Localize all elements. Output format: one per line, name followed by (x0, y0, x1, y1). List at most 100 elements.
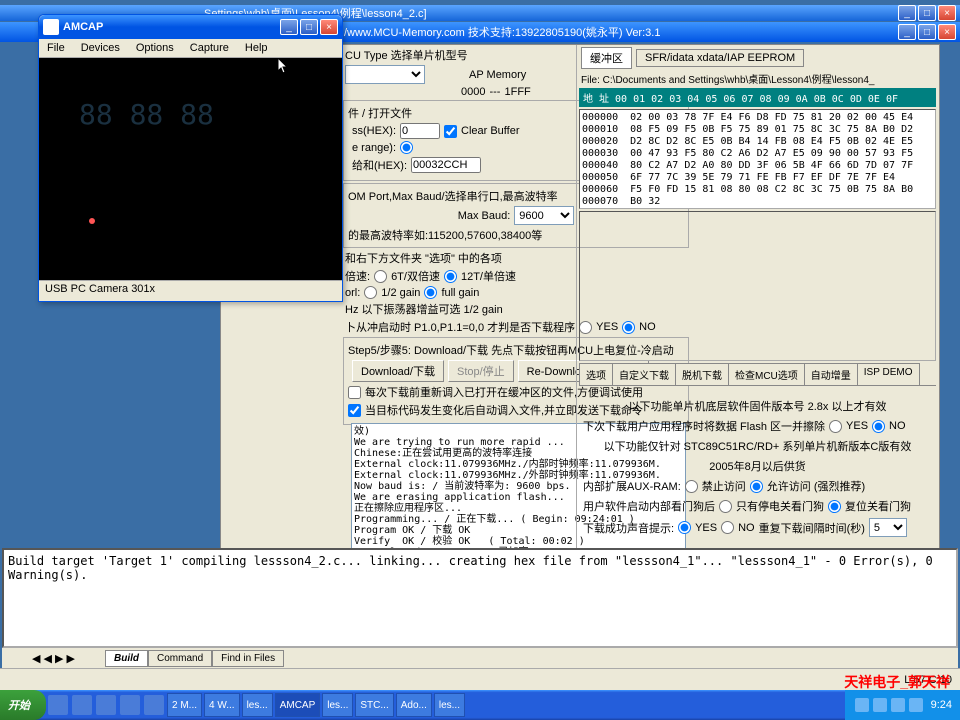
ql-media-icon[interactable] (96, 695, 116, 715)
hex-dump[interactable]: 000000 02 00 03 78 7F E4 F6 D8 FD 75 81 … (579, 109, 936, 209)
tab-4[interactable]: 自动增量 (804, 363, 858, 385)
open-file-group: 件 / 打开文件 (348, 108, 412, 120)
statusbar: L:57 C:10 (0, 668, 960, 690)
tab-2[interactable]: 脱机下载 (675, 363, 729, 385)
ql-app1-icon[interactable] (120, 695, 140, 715)
max-baud-select[interactable]: 9600 (514, 206, 574, 225)
ss-hex-label: ss(HEX): (352, 125, 396, 137)
task-item[interactable]: 4 W... (204, 693, 240, 717)
bg-close-icon[interactable]: × (938, 5, 956, 21)
mcu-type-label: CU Type 选择单片机型号 (345, 47, 468, 63)
firmware-hint: 以下功能单片机底层软件固件版本号 2.8x 以上才有效 (583, 398, 932, 414)
hex-header: 地 址 00 01 02 03 04 05 06 07 08 09 0A 0B … (579, 88, 936, 107)
buffer-label: 缓冲区 (581, 47, 632, 69)
tab-0[interactable]: 选项 (579, 363, 613, 385)
ap-memory-label: AP Memory (469, 69, 526, 81)
file-path: File: C:\Documents and Settings\whb\桌面\L… (581, 71, 934, 86)
tab-find[interactable]: Find in Files (212, 650, 284, 667)
date-hint: 2005年8月以后供货 (583, 458, 932, 474)
reload-file-checkbox[interactable] (348, 386, 361, 399)
watermark: 天祥电子_郭天祥 (844, 672, 950, 692)
speed-6t-radio[interactable] (374, 270, 387, 283)
amcap-titlebar[interactable]: AMCAP _ □ × (39, 15, 342, 39)
tab-3[interactable]: 检查MCU选项 (728, 363, 805, 385)
gain-full-radio[interactable] (424, 286, 437, 299)
tab-5[interactable]: ISP DEMO (857, 363, 920, 385)
sfr-label: SFR/idata xdata/IAP EEPROM (636, 49, 804, 67)
hex-sum-label: 给和(HEX): (352, 157, 407, 173)
ss-hex-input[interactable] (400, 123, 440, 139)
tray-icon[interactable] (873, 698, 887, 712)
task-item[interactable]: AMCAP (275, 693, 321, 717)
download-button[interactable]: Download/下载 (352, 360, 444, 382)
menu-devices[interactable]: Devices (73, 39, 128, 57)
bg-max-icon[interactable]: □ (918, 5, 936, 21)
amcap-window: AMCAP _ □ × FileDevicesOptionsCaptureHel… (38, 14, 343, 302)
build-output[interactable]: Build target 'Target 1' compiling lessso… (2, 548, 958, 648)
tray-icon[interactable] (855, 698, 869, 712)
mem-start: 0000 (461, 86, 485, 98)
aux-allow-radio[interactable] (750, 480, 763, 493)
aux-deny-radio[interactable] (685, 480, 698, 493)
sound-yes-radio[interactable] (678, 521, 691, 534)
sound-no-radio[interactable] (721, 521, 734, 534)
menu-options[interactable]: Options (128, 39, 182, 57)
menu-capture[interactable]: Capture (182, 39, 237, 57)
gain-half-radio[interactable] (364, 286, 377, 299)
clock: 9:24 (931, 699, 952, 711)
ql-ie-icon[interactable] (48, 695, 68, 715)
range-label: e range): (352, 142, 396, 154)
amcap-title: AMCAP (63, 21, 280, 33)
stc-close-icon[interactable]: × (938, 24, 956, 40)
menu-file[interactable]: File (39, 39, 73, 57)
amcap-video-area: 88 88 88 (39, 58, 342, 280)
repeat-interval-select[interactable]: 5 (869, 518, 907, 537)
task-item[interactable]: 2 M... (167, 693, 202, 717)
hex-scroll-area[interactable] (579, 211, 936, 361)
wdt-poweroff-radio[interactable] (719, 500, 732, 513)
hex-sum-input[interactable] (411, 157, 481, 173)
build-tabs: ◀ ◀ ▶ ▶ Build Command Find in Files (2, 648, 958, 668)
tab-command[interactable]: Command (148, 650, 212, 667)
system-tray[interactable]: 9:24 (845, 690, 960, 720)
amcap-close-icon[interactable]: × (320, 19, 338, 35)
task-item[interactable]: STC... (355, 693, 393, 717)
tray-icon[interactable] (891, 698, 905, 712)
tabs-row: 选项自定义下载脱机下载检查MCU选项自动增量ISP DEMO (579, 363, 936, 386)
auto-reload-checkbox[interactable] (348, 404, 361, 417)
mcu-type-select[interactable] (345, 65, 425, 84)
stc-min-icon[interactable]: _ (898, 24, 916, 40)
flash-yes-radio[interactable] (829, 420, 842, 433)
pll-hint: 卜从冲启动时 P1.0,P1.1=0,0 才判是否下载程序 (345, 319, 575, 335)
amcap-menubar: FileDevicesOptionsCaptureHelp (39, 39, 342, 58)
max-baud-label: Max Baud: (458, 210, 511, 222)
tab-build[interactable]: Build (105, 650, 148, 667)
menu-help[interactable]: Help (237, 39, 276, 57)
amcap-status: USB PC Camera 301x (39, 280, 342, 297)
stc-max-icon[interactable]: □ (918, 24, 936, 40)
mcu-hint: 以下功能仅针对 STC89C51RC/RD+ 系列单片机新版本C版有效 (583, 438, 932, 454)
taskbar: 开始 2 M...4 W...les...AMCAPles...STC...Ad… (0, 690, 960, 720)
task-item[interactable]: les... (322, 693, 353, 717)
flash-no-radio[interactable] (872, 420, 885, 433)
range-radio[interactable] (400, 141, 413, 154)
tray-icon[interactable] (909, 698, 923, 712)
mem-end: 1FFF (504, 86, 530, 98)
wdt-reset-radio[interactable] (828, 500, 841, 513)
amcap-max-icon[interactable]: □ (300, 19, 318, 35)
bg-min-icon[interactable]: _ (898, 5, 916, 21)
speed-12t-radio[interactable] (444, 270, 457, 283)
amcap-min-icon[interactable]: _ (280, 19, 298, 35)
task-item[interactable]: Ado... (396, 693, 432, 717)
ql-desktop-icon[interactable] (72, 695, 92, 715)
ql-app2-icon[interactable] (144, 695, 164, 715)
clear-buffer-checkbox[interactable] (444, 125, 457, 138)
com-port-label: OM Port,Max Baud/选择串行口,最高波特率 (348, 191, 558, 203)
start-button[interactable]: 开始 (0, 690, 46, 720)
stop-button[interactable]: Stop/停止 (448, 360, 514, 382)
task-item[interactable]: les... (434, 693, 465, 717)
tab-1[interactable]: 自定义下载 (612, 363, 676, 385)
amcap-app-icon (43, 19, 59, 35)
task-item[interactable]: les... (242, 693, 273, 717)
clear-buffer-label: Clear Buffer (461, 125, 520, 137)
